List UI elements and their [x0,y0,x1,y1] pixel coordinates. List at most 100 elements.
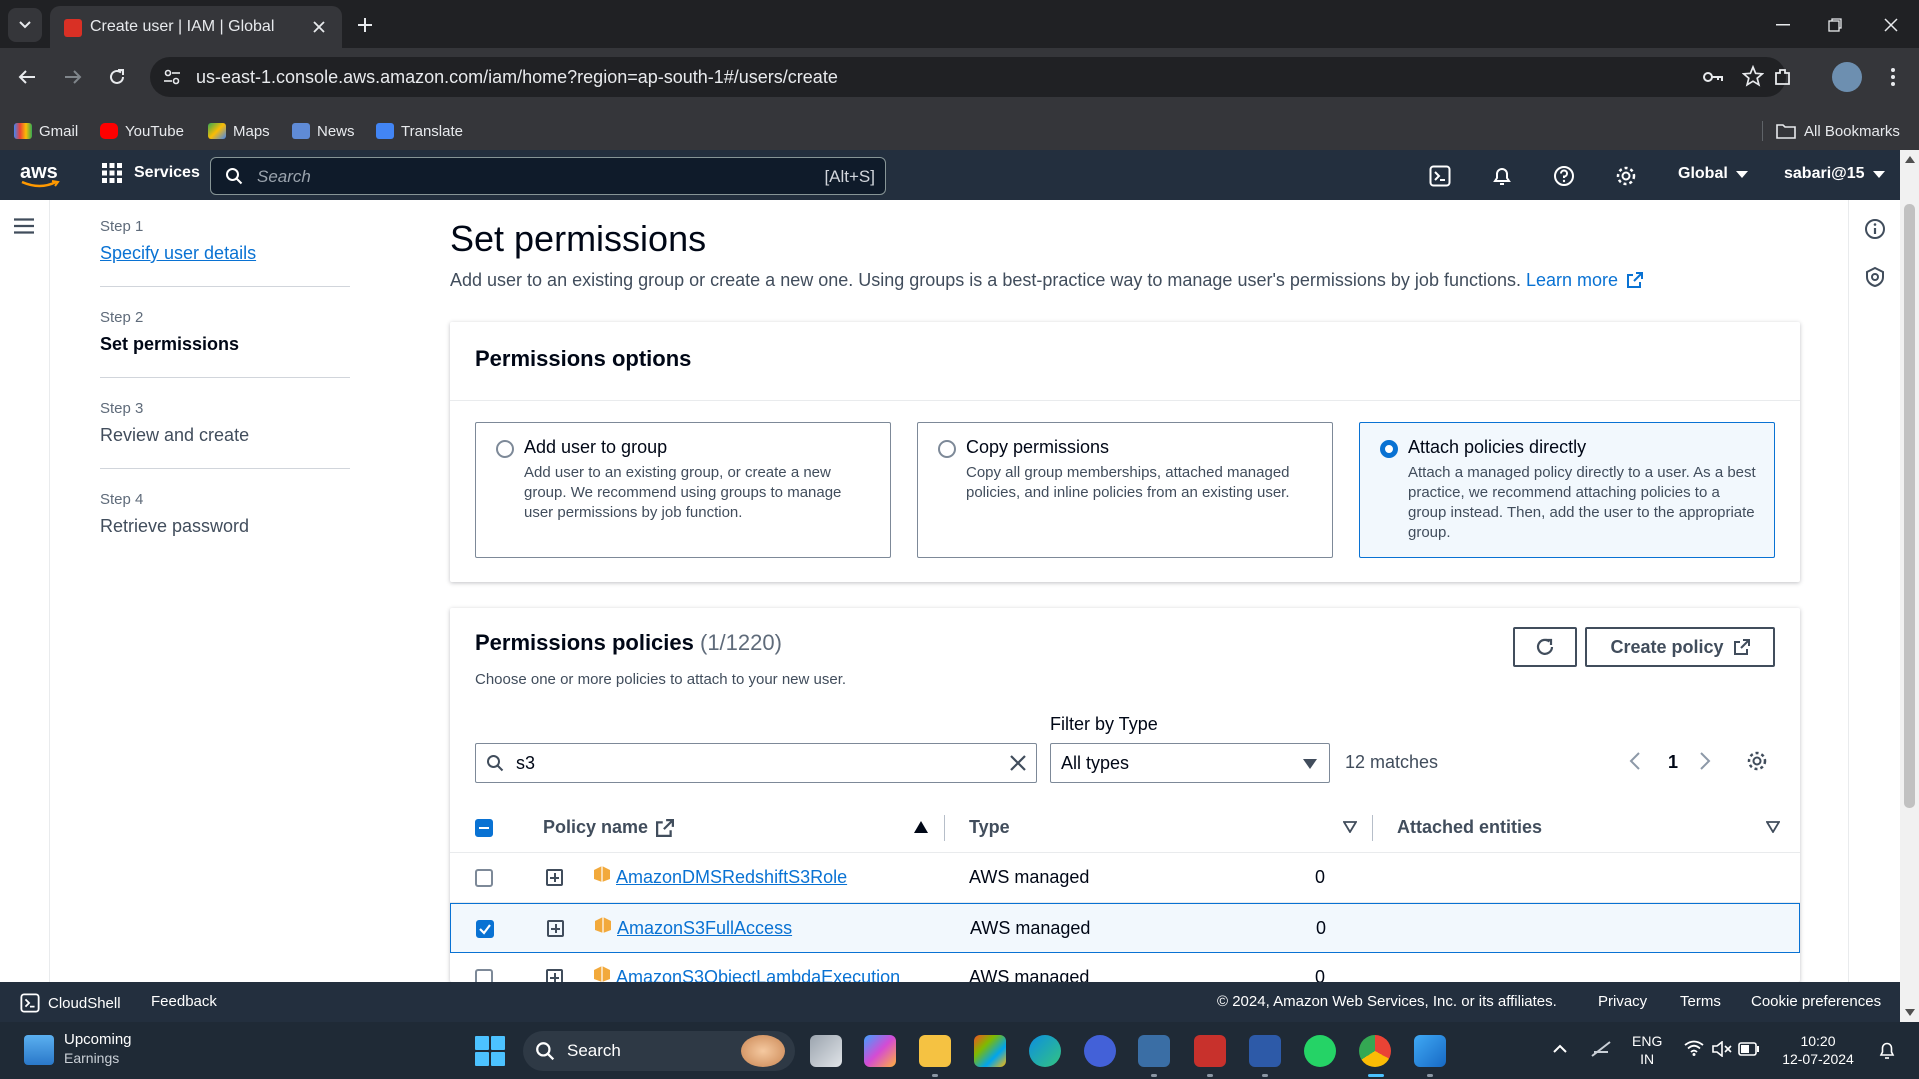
taskbar-search[interactable]: Search [523,1031,795,1071]
bookmark-translate[interactable]: Translate [376,121,463,141]
back-arrow-icon[interactable] [12,62,42,92]
info-icon[interactable] [1864,218,1886,240]
bookmark-news[interactable]: News [292,121,355,141]
settings-gear-icon[interactable] [1614,164,1638,188]
photos-icon[interactable] [1414,1035,1446,1067]
copilot-icon[interactable] [864,1035,896,1067]
table-preferences-gear-icon[interactable] [1746,750,1768,772]
browser-menu-icon[interactable] [1878,62,1908,92]
restore-icon[interactable] [1820,10,1850,40]
filter-type-select[interactable]: All types [1050,743,1330,783]
select-all-checkbox[interactable] [475,819,493,837]
network-off-icon[interactable] [1590,1040,1612,1058]
column-header-type[interactable]: Type [969,817,1010,838]
column-resizer[interactable] [944,815,945,841]
battery-icon[interactable] [1738,1042,1760,1056]
row-checkbox[interactable] [475,869,493,887]
expand-row-icon[interactable] [546,869,563,886]
bookmark-star-icon[interactable] [1742,65,1764,87]
scroll-down-arrow-icon[interactable] [1905,1009,1915,1016]
password-key-icon[interactable] [1700,65,1724,89]
all-bookmarks[interactable]: All Bookmarks [1776,121,1900,141]
edge-browser-icon[interactable] [1029,1035,1061,1067]
column-header-attached-entities[interactable]: Attached entities [1397,817,1542,838]
table-row[interactable]: AmazonDMSRedshiftS3Role AWS managed 0 [450,853,1800,903]
sort-ascending-icon[interactable] [914,821,928,833]
policy-search-input[interactable]: s3 [475,743,1037,783]
notifications-bell-icon[interactable] [1490,164,1514,188]
profile-avatar[interactable] [1832,62,1862,92]
radio-button-selected[interactable] [1380,440,1398,458]
cloudshell-footer-button[interactable]: CloudShell [20,993,121,1013]
minimize-icon[interactable] [1768,10,1798,40]
policy-name-link[interactable]: AmazonDMSRedshiftS3Role [616,867,847,888]
menu-hamburger-icon[interactable] [14,218,34,234]
sort-descending-icon[interactable] [1766,821,1780,833]
current-page-number[interactable]: 1 [1668,752,1678,773]
scrollbar-thumb[interactable] [1904,204,1915,808]
file-explorer-icon[interactable] [919,1035,951,1067]
feedback-link[interactable]: Feedback [151,993,217,1010]
app-red-icon[interactable] [1194,1035,1226,1067]
bookmark-youtube[interactable]: YouTube [100,121,184,141]
tab-close-icon[interactable] [308,16,330,38]
privacy-link[interactable]: Privacy [1598,993,1647,1010]
address-bar[interactable]: us-east-1.console.aws.amazon.com/iam/hom… [150,57,1786,97]
chrome-icon[interactable] [1359,1035,1391,1067]
row-checkbox[interactable] [475,969,493,982]
aws-search-input[interactable]: Search [Alt+S] [210,157,886,195]
volume-muted-icon[interactable] [1712,1041,1732,1057]
tab-search-button[interactable] [8,8,42,42]
option-add-user-to-group[interactable]: Add user to group Add user to an existin… [475,422,891,558]
site-info-icon[interactable] [158,63,186,91]
virtualbox-icon[interactable] [1138,1035,1170,1067]
weather-widget[interactable]: Upcoming Earnings [24,1031,132,1066]
extensions-icon[interactable] [1768,62,1798,92]
sort-descending-icon[interactable] [1343,821,1357,833]
clear-search-icon[interactable] [1008,753,1028,773]
previous-page-icon[interactable] [1628,751,1642,771]
refresh-button[interactable] [1513,627,1577,667]
language-indicator[interactable]: ENG IN [1632,1032,1662,1068]
bookmark-maps[interactable]: Maps [208,121,270,141]
table-row-selected[interactable]: AmazonS3FullAccess AWS managed 0 [450,903,1800,953]
security-shield-icon[interactable] [1864,266,1886,288]
task-view-icon[interactable] [810,1035,842,1067]
radio-button[interactable] [496,440,514,458]
region-selector[interactable]: Global [1678,165,1748,183]
notification-bell-icon[interactable] [1878,1040,1896,1060]
clock[interactable]: 10:20 12-07-2024 [1778,1032,1858,1068]
services-menu-button[interactable]: Services [102,163,200,183]
chevron-up-icon[interactable] [1552,1044,1568,1054]
aws-logo[interactable]: aws [20,161,60,188]
microsoft-store-icon[interactable] [974,1035,1006,1067]
scroll-up-arrow-icon[interactable] [1905,156,1915,163]
wifi-icon[interactable] [1684,1040,1704,1056]
column-resizer[interactable] [1372,815,1373,841]
close-window-icon[interactable] [1876,10,1906,40]
create-policy-button[interactable]: Create policy [1585,627,1775,667]
option-copy-permissions[interactable]: Copy permissions Copy all group membersh… [917,422,1333,558]
remote-desktop-icon[interactable] [1249,1035,1281,1067]
cloudshell-icon[interactable] [1428,164,1452,188]
browser-tab-active[interactable]: Create user | IAM | Global [50,6,342,48]
radio-button[interactable] [938,440,956,458]
step-link-specify-user-details[interactable]: Specify user details [100,243,350,264]
expand-row-icon[interactable] [547,920,564,937]
whatsapp-icon[interactable] [1304,1035,1336,1067]
bookmark-gmail[interactable]: Gmail [14,121,78,141]
expand-row-icon[interactable] [546,969,563,982]
row-checkbox-checked[interactable] [476,920,494,938]
app-c-icon[interactable] [1084,1035,1116,1067]
option-attach-policies-directly[interactable]: Attach policies directly Attach a manage… [1359,422,1775,558]
next-page-icon[interactable] [1698,751,1712,771]
table-row[interactable]: AmazonS3ObjectLambdaExecution AWS manage… [450,953,1800,982]
forward-arrow-icon[interactable] [58,62,88,92]
reload-icon[interactable] [102,62,132,92]
new-tab-button[interactable] [352,12,378,38]
policy-name-link[interactable]: AmazonS3FullAccess [617,918,792,939]
learn-more-link[interactable]: Learn more [1526,270,1644,290]
help-icon[interactable] [1552,164,1576,188]
column-header-policy-name[interactable]: Policy name [543,817,675,838]
windows-start-icon[interactable] [475,1036,505,1066]
